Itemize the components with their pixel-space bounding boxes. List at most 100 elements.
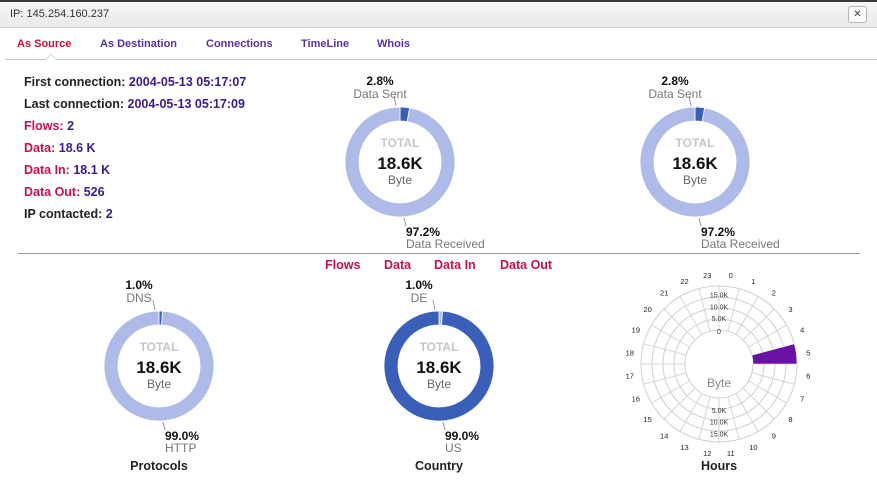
stat-last-connection: Last connection: 2004-05-13 05:17:09 (24, 97, 246, 119)
charts-layer: TOTAL18.6KByte2.8%Data Sent97.2%Data Rec… (103, 74, 810, 458)
stat-value: 18.6 K (58, 141, 96, 155)
hour-label: 11 (727, 449, 735, 458)
slice-name-label: DE (411, 291, 428, 305)
stat-value: 2 (105, 207, 113, 221)
stat-label: Data In: (24, 163, 70, 177)
polar-spoke (748, 380, 787, 404)
radial-tick-label: 0 (717, 329, 721, 336)
polar-grid-ring (662, 307, 776, 421)
polar-grid-ring (673, 318, 765, 410)
slice-percent-label: 2.8% (661, 74, 689, 88)
donut-center-label: TOTAL (676, 136, 715, 150)
chart-caption-protocols: Protocols (130, 459, 188, 473)
hour-label: 8 (788, 415, 792, 424)
slice-percent-label: 1.0% (405, 278, 433, 292)
donut-center-unit: Byte (388, 173, 412, 187)
metric-data-in[interactable]: Data In (434, 258, 476, 272)
hour-label: 4 (800, 326, 804, 335)
donut-slice (694, 106, 706, 123)
slice-name-label: US (445, 441, 462, 455)
metric-data[interactable]: Data (384, 258, 411, 272)
stat-ip-contacted: IP contacted: 2 (24, 207, 246, 229)
stat-label: Flows: (24, 119, 64, 133)
slice-percent-label: 97.2% (701, 225, 735, 239)
hour-label: 2 (772, 289, 776, 298)
polar-grid-ring (651, 296, 787, 432)
hour-label: 10 (749, 443, 757, 452)
polar-spoke (735, 393, 759, 432)
radial-tick-label: 10.0K (710, 304, 729, 311)
tab-connections[interactable]: Connections (206, 38, 273, 50)
stat-value: 2 (67, 119, 75, 133)
donut-center-unit: Byte (683, 173, 707, 187)
donut-center-label: TOTAL (381, 136, 420, 150)
label-leader (442, 421, 446, 431)
section-divider (18, 253, 860, 254)
tab-bar: As Source As Destination Connections Tim… (5, 30, 877, 60)
polar-spoke (651, 324, 690, 348)
label-leader (698, 217, 702, 227)
donut-center-value: 18.6K (672, 154, 718, 173)
tab-timeline[interactable]: TimeLine (301, 38, 349, 50)
donut-center-value: 18.6K (416, 358, 462, 377)
slice-name-label: DNS (126, 291, 151, 305)
hour-label: 5 (806, 348, 810, 357)
hour-label: 16 (632, 394, 640, 403)
slice-percent-label: 99.0% (445, 429, 479, 443)
slice-name-label: Data Received (406, 237, 485, 251)
hour-label: 12 (703, 449, 711, 458)
tab-whois[interactable]: Whois (377, 38, 410, 50)
slice-name-label: Data Sent (648, 87, 702, 101)
label-leader (432, 299, 436, 311)
donut-center-label: TOTAL (420, 340, 459, 354)
window-titlebar: IP: 145.254.160.237 ✕ (0, 0, 877, 28)
stat-flows: Flows: 2 (24, 119, 246, 141)
hour-label: 21 (660, 289, 668, 298)
polar-spoke (727, 288, 740, 332)
label-leader (393, 95, 397, 107)
label-leader (688, 95, 692, 107)
polar-spoke (735, 296, 759, 335)
donut-center-unit: Byte (147, 377, 171, 391)
tab-as-source[interactable]: As Source (17, 38, 71, 50)
stat-value: 2004-05-13 05:17:09 (127, 97, 245, 111)
slice-name-label: Data Received (701, 237, 780, 251)
radial-tick-label: 10.0K (710, 420, 729, 427)
label-leader (403, 217, 407, 227)
hour-label: 18 (626, 348, 634, 357)
metric-flows[interactable]: Flows (325, 258, 360, 272)
hour-label: 1 (751, 277, 755, 286)
hour-label: 14 (660, 431, 668, 440)
stats-panel: First connection: 2004-05-13 05:17:07 La… (24, 75, 246, 229)
hour-label: 0 (729, 271, 733, 280)
polar-spoke (651, 380, 690, 404)
polar-spoke (751, 343, 795, 356)
donut-slice (438, 310, 443, 326)
donut-slice (344, 106, 456, 218)
hour-label: 22 (680, 277, 688, 286)
polar-spoke (751, 372, 795, 385)
stat-label: IP contacted: (24, 207, 103, 221)
hour-label: 19 (632, 326, 640, 335)
donut-slice (639, 106, 751, 218)
stat-value: 18.1 K (73, 163, 111, 177)
stat-label: Data: (24, 141, 56, 155)
tab-as-destination[interactable]: As Destination (100, 38, 177, 50)
radial-tick-label: 15.0K (710, 431, 729, 438)
donut-slice (399, 106, 411, 123)
polar-spoke (742, 308, 775, 341)
polar-spoke (742, 387, 775, 420)
stat-data-in: Data In: 18.1 K (24, 163, 246, 185)
polar-center-unit: Byte (707, 376, 731, 390)
window-title: IP: 145.254.160.237 (10, 8, 110, 20)
stat-label: First connection: (24, 75, 126, 89)
stat-value: 526 (83, 185, 105, 199)
stat-data-out: Data Out: 526 (24, 185, 246, 207)
polar-spoke (643, 372, 687, 385)
metric-data-out[interactable]: Data Out (500, 258, 552, 272)
close-icon[interactable]: ✕ (848, 6, 867, 23)
slice-percent-label: 1.0% (125, 278, 153, 292)
polar-spoke (663, 387, 696, 420)
active-tab-indicator (45, 54, 57, 60)
hour-label: 6 (806, 372, 810, 381)
